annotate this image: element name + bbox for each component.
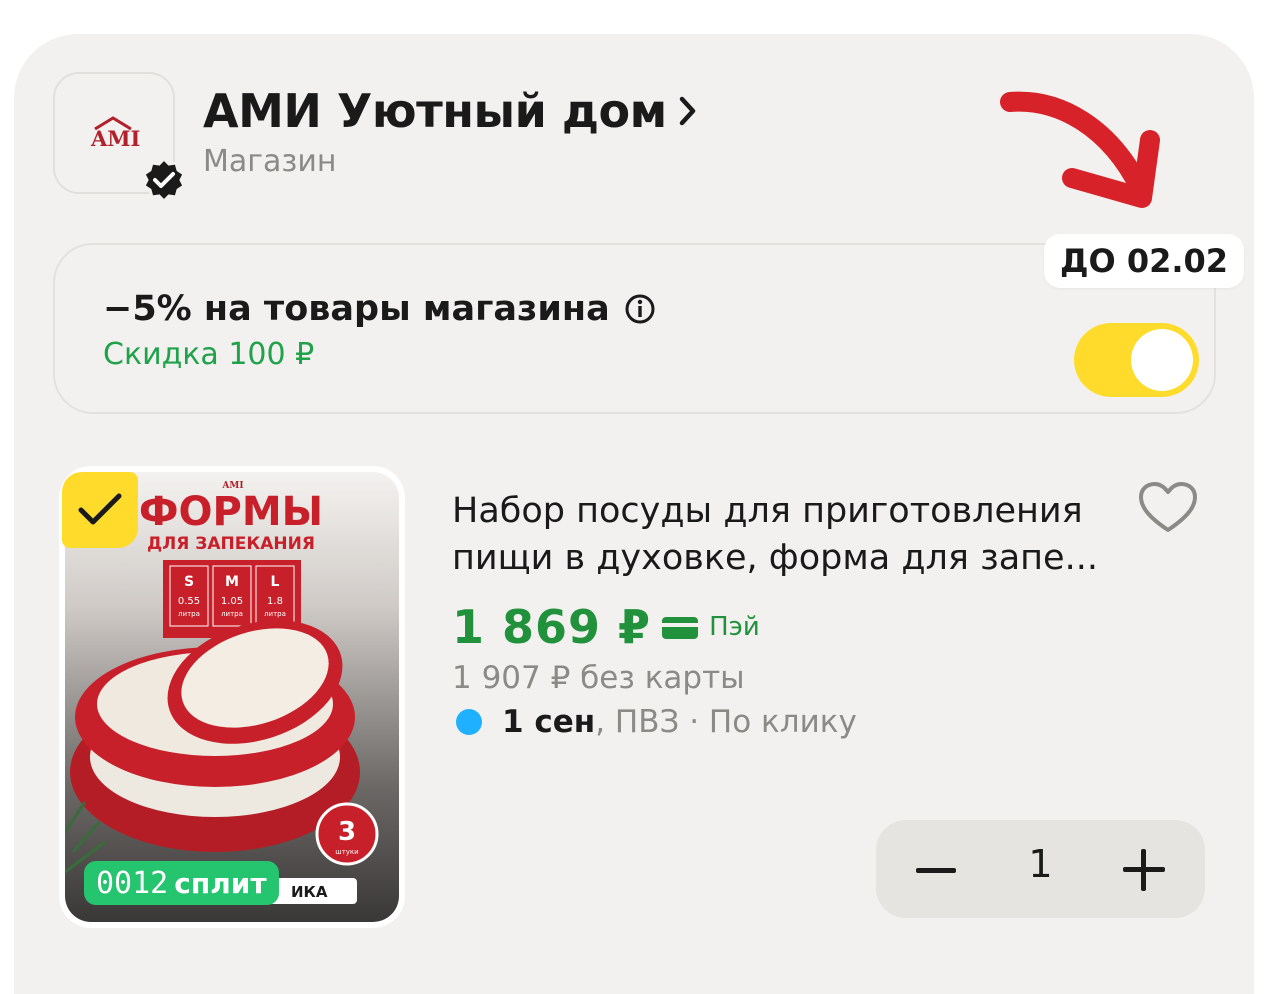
size-l-unit: литра (264, 610, 286, 618)
shop-name: АМИ Уютный дом (203, 84, 667, 138)
size-m-unit: литра (221, 610, 243, 618)
annotation-arrow-icon (1000, 91, 1160, 208)
promo-title-text: −5% на товары магазина (103, 289, 610, 329)
size-s: S (184, 574, 194, 590)
price-row: 1 869 ₽ Пэй (452, 600, 760, 654)
logo-text: AMI (91, 126, 141, 151)
pay-label: Пэй (709, 612, 760, 642)
photo-count-unit: штуки (335, 848, 358, 856)
split-amount: 0012 (96, 865, 169, 901)
split-label: сплит (174, 866, 267, 900)
select-item-checkbox[interactable] (62, 472, 138, 548)
toggle-knob (1131, 329, 1193, 391)
split-badge: 0012 сплит (84, 861, 279, 905)
card-icon (662, 617, 699, 639)
checkmark-icon (78, 493, 122, 525)
photo-title: ФОРМЫ (139, 489, 323, 535)
size-s-unit: литра (178, 610, 200, 618)
quantity-stepper: 1 (876, 820, 1205, 918)
promo-toggle[interactable] (1074, 323, 1199, 397)
photo-bottom-label: ИКА (291, 883, 328, 901)
photo-count: 3 (338, 817, 356, 847)
promo-discount: Скидка 100 ₽ (103, 337, 315, 372)
info-icon[interactable] (624, 293, 656, 325)
size-s-volume: 0.55 (178, 596, 200, 607)
verified-badge-icon (142, 157, 186, 203)
increase-button[interactable] (1095, 820, 1205, 918)
shop-title-link[interactable]: АМИ Уютный дом (203, 84, 699, 138)
size-m-volume: 1.05 (221, 596, 243, 607)
photo-subtitle: ДЛЯ ЗАПЕКАНИЯ (147, 534, 315, 554)
shop-type: Магазин (203, 144, 337, 179)
size-l-volume: 1.8 (267, 596, 283, 607)
product-title[interactable]: Набор посуды для приготовления пищи в ду… (452, 488, 1112, 582)
promo-deadline-badge: ДО 02.02 (1044, 234, 1245, 288)
size-l: L (271, 574, 280, 590)
plus-icon-vertical (1141, 849, 1146, 891)
chevron-right-icon (679, 96, 695, 126)
price-without-card: 1 907 ₽ без карты (452, 660, 745, 696)
delivery-date: 1 сен (502, 704, 596, 740)
delivery-info: 1 сен , ПВЗ · По клику (452, 704, 857, 740)
delivery-details: , ПВЗ · По клику (595, 704, 857, 740)
promo-title: −5% на товары магазина (103, 289, 656, 329)
price-with-card: 1 869 ₽ (452, 600, 652, 654)
heart-icon[interactable] (1137, 480, 1199, 536)
size-m: M (225, 574, 239, 590)
delivery-dot-icon (456, 709, 482, 735)
